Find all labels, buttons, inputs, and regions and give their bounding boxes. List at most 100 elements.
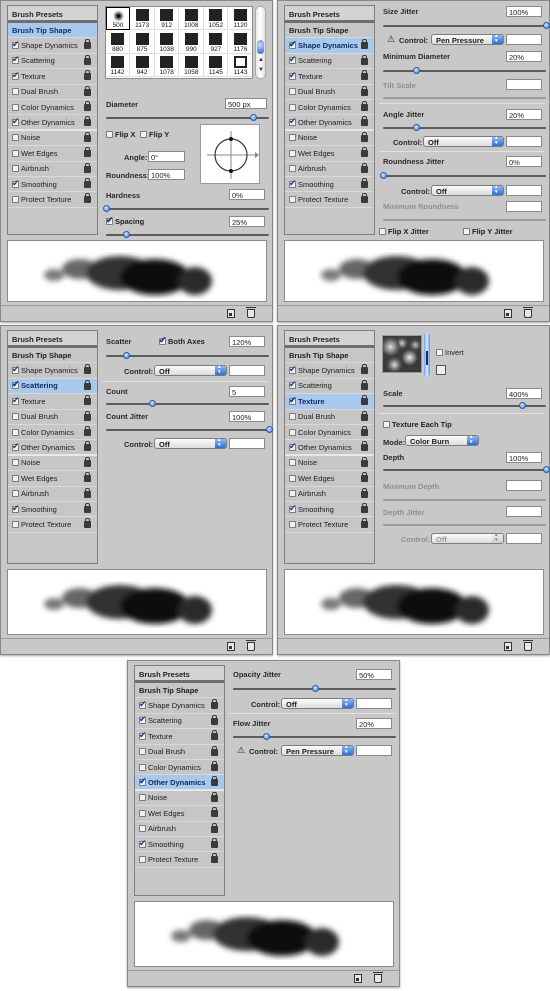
- sidebar-item-wet-edges[interactable]: Wet Edges: [285, 471, 374, 487]
- slider-knob[interactable]: [249, 114, 257, 121]
- lock-icon[interactable]: [361, 472, 368, 483]
- scale-field[interactable]: 400%: [506, 388, 542, 399]
- airbrush-checkbox[interactable]: [289, 165, 296, 173]
- sidebar-item-texture[interactable]: Texture: [285, 394, 374, 410]
- lock-icon[interactable]: [361, 518, 368, 529]
- angle-roundness-preview[interactable]: [200, 124, 260, 184]
- min-depth-field[interactable]: [506, 480, 542, 491]
- sidebar-item-wet-edges[interactable]: Wet Edges: [285, 146, 374, 162]
- brush-tip[interactable]: 1173: [130, 7, 155, 30]
- dual-brush-checkbox[interactable]: [139, 748, 146, 756]
- lock-icon[interactable]: [84, 364, 91, 375]
- lock-icon[interactable]: [84, 456, 91, 467]
- brush-tip[interactable]: 1142: [106, 54, 130, 77]
- brush-tip[interactable]: 500: [106, 7, 130, 30]
- count-jitter-slider[interactable]: [106, 426, 273, 433]
- lock-icon[interactable]: [361, 116, 368, 127]
- new-preset-icon[interactable]: [227, 642, 235, 651]
- smoothing-checkbox[interactable]: [289, 178, 297, 189]
- sidebar-brush-tip-shape[interactable]: Brush Tip Shape: [285, 23, 374, 39]
- count-control-field[interactable]: [229, 438, 265, 449]
- scroll-thumb[interactable]: [257, 40, 264, 54]
- lock-icon[interactable]: [211, 837, 218, 848]
- lock-icon[interactable]: [211, 807, 218, 818]
- brush-tip[interactable]: 880: [106, 30, 130, 54]
- smoothing-checkbox[interactable]: [139, 838, 147, 849]
- brush-tip[interactable]: [131, 77, 155, 78]
- sidebar-item-scattering[interactable]: Scattering: [8, 378, 97, 395]
- lock-icon[interactable]: [84, 410, 91, 421]
- angle-control-select[interactable]: Off: [423, 135, 504, 147]
- sidebar-item-dual-brush[interactable]: Dual Brush: [285, 85, 374, 100]
- sidebar-item-wet-edges[interactable]: Wet Edges: [8, 471, 97, 487]
- slider-knob[interactable]: [262, 733, 270, 740]
- sidebar-item-other-dynamics[interactable]: Other Dynamics: [285, 115, 374, 131]
- slider-knob[interactable]: [266, 426, 273, 433]
- sidebar-item-wet-edges[interactable]: Wet Edges: [8, 146, 97, 162]
- brush-tip[interactable]: 1008: [179, 7, 204, 30]
- color-dynamics-checkbox[interactable]: [289, 103, 296, 111]
- dual-brush-checkbox[interactable]: [289, 88, 296, 96]
- protect-texture-checkbox[interactable]: [289, 195, 296, 203]
- angle-control-field[interactable]: [506, 136, 542, 147]
- brush-tip[interactable]: 1078: [155, 54, 180, 77]
- wet-edges-checkbox[interactable]: [139, 809, 146, 817]
- noise-checkbox[interactable]: [139, 794, 146, 802]
- sidebar-item-noise[interactable]: Noise: [285, 131, 374, 147]
- checkbox[interactable]: [106, 215, 114, 226]
- sidebar-item-other-dynamics[interactable]: Other Dynamics: [8, 115, 97, 131]
- lock-icon[interactable]: [361, 54, 368, 65]
- brush-tip[interactable]: [229, 78, 252, 79]
- sidebar-brush-tip-shape[interactable]: Brush Tip Shape: [135, 683, 224, 699]
- lock-icon[interactable]: [84, 70, 91, 81]
- new-preset-icon[interactable]: [227, 309, 235, 318]
- opacity-control-select[interactable]: Off: [281, 697, 354, 709]
- depth-jitter-slider[interactable]: [383, 524, 546, 526]
- scattering-checkbox[interactable]: [12, 54, 20, 65]
- pattern-picker-arrow[interactable]: [424, 333, 430, 377]
- sidebar-item-texture[interactable]: Texture: [285, 69, 374, 85]
- airbrush-checkbox[interactable]: [139, 825, 146, 833]
- lock-icon[interactable]: [84, 395, 91, 406]
- scattering-checkbox[interactable]: [289, 379, 297, 390]
- airbrush-checkbox[interactable]: [289, 490, 296, 498]
- opacity-jitter-slider[interactable]: [233, 685, 396, 692]
- sidebar-item-smoothing[interactable]: Smoothing: [285, 502, 374, 518]
- slider-knob[interactable]: [412, 124, 420, 131]
- lock-icon[interactable]: [84, 85, 91, 96]
- lock-icon[interactable]: [361, 131, 368, 142]
- lock-icon[interactable]: [84, 54, 91, 65]
- lock-icon[interactable]: [361, 39, 368, 50]
- min-roundness-slider[interactable]: [383, 219, 546, 221]
- sidebar-item-protect-texture[interactable]: Protect Texture: [285, 517, 374, 533]
- brush-tip[interactable]: 942: [130, 54, 155, 77]
- protect-texture-checkbox[interactable]: [289, 520, 296, 528]
- scattering-checkbox[interactable]: [139, 714, 147, 725]
- lock-icon[interactable]: [361, 70, 368, 81]
- scatter-field[interactable]: 120%: [229, 336, 265, 347]
- scatter-control-field[interactable]: [229, 365, 265, 376]
- sidebar-item-shape-dynamics[interactable]: Shape Dynamics: [285, 38, 374, 54]
- dual-brush-checkbox[interactable]: [12, 88, 19, 96]
- roundness-jitter-field[interactable]: 0%: [506, 156, 542, 167]
- lock-icon[interactable]: [211, 791, 218, 802]
- color-dynamics-checkbox[interactable]: [289, 428, 296, 436]
- min-diameter-slider[interactable]: [383, 67, 546, 74]
- lock-icon[interactable]: [361, 441, 368, 452]
- lock-icon[interactable]: [211, 699, 218, 710]
- dual-brush-checkbox[interactable]: [12, 413, 19, 421]
- lock-icon[interactable]: [361, 456, 368, 467]
- sidebar-item-scattering[interactable]: Scattering: [285, 54, 374, 70]
- roundness-field[interactable]: 100%: [148, 169, 185, 180]
- sidebar-item-dual-brush[interactable]: Dual Brush: [285, 410, 374, 425]
- lock-icon[interactable]: [361, 162, 368, 173]
- brush-tip[interactable]: 1176: [229, 31, 252, 54]
- protect-texture-checkbox[interactable]: [12, 195, 19, 203]
- new-pattern-icon[interactable]: [436, 365, 446, 375]
- sidebar-brush-presets[interactable]: Brush Presets: [135, 666, 224, 683]
- lock-icon[interactable]: [211, 853, 218, 864]
- lock-icon[interactable]: [84, 177, 91, 188]
- lock-icon[interactable]: [211, 822, 218, 833]
- brush-tip[interactable]: 1143: [229, 54, 252, 77]
- both-axes-checkbox[interactable]: Both Axes: [159, 335, 205, 346]
